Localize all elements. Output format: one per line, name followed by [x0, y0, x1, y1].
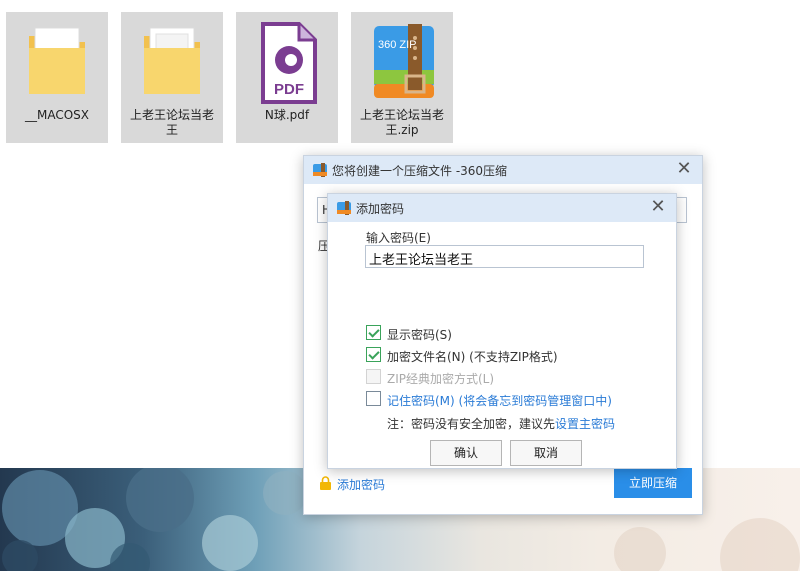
password-input[interactable]: 上老王论坛当老王	[365, 245, 644, 268]
pdf-badge: PDF	[274, 81, 304, 98]
folder-icon	[29, 27, 85, 94]
compress-now-button[interactable]: 立即压缩	[614, 468, 692, 498]
zip-classic-encryption-label: ZIP经典加密方式(L)	[387, 372, 495, 386]
pdf-file-icon: PDF	[261, 22, 317, 104]
add-password-link[interactable]: 添加密码	[337, 476, 385, 493]
folder-icon	[144, 27, 200, 94]
lock-icon	[320, 476, 331, 490]
security-note: 注：密码没有安全加密，建议先设置主密码	[387, 415, 615, 432]
desktop-icon-label: 上老王论坛当老王	[129, 108, 214, 137]
show-password-label: 显示密码(S)	[387, 328, 452, 342]
encrypt-filenames-checkbox[interactable]	[366, 347, 381, 362]
zip-badge: 360 ZIP	[378, 39, 417, 51]
desktop-icon-macosx[interactable]: __MACOSX	[6, 12, 108, 143]
password-input-label: 输入密码(E)	[366, 231, 431, 245]
encrypt-filenames-label: 加密文件名(N) (不支持ZIP格式)	[387, 350, 558, 364]
security-note-text: 注：密码没有安全加密，建议先	[387, 417, 556, 431]
password-dialog-titlebar[interactable]: 添加密码 ✕	[328, 194, 676, 222]
main-dialog-titlebar[interactable]: 您将创建一个压缩文件 -360压缩 ✕	[304, 156, 702, 184]
set-master-password-link[interactable]: 设置主密码	[555, 417, 615, 431]
zip-classic-encryption-checkbox	[366, 369, 381, 384]
main-dialog-title: 您将创建一个压缩文件 -360压缩	[332, 164, 508, 178]
add-password-link-row[interactable]: 添加密码	[319, 474, 439, 494]
360zip-app-icon	[337, 201, 351, 215]
remember-password-checkbox[interactable]	[366, 391, 381, 406]
show-password-checkbox[interactable]	[366, 325, 381, 340]
add-password-dialog: 添加密码 ✕ 输入密码(E) 上老王论坛当老王 显示密码(S) 加密文件名(N)…	[327, 193, 677, 469]
desktop-icon-label: N球.pdf	[264, 108, 310, 122]
desktop-icon-zip[interactable]: 360 ZIP 上老王论坛当老王.zip	[351, 12, 453, 143]
cancel-button[interactable]: 取消	[510, 440, 582, 466]
close-icon[interactable]: ✕	[674, 159, 694, 179]
password-input-value: 上老王论坛当老王	[369, 253, 474, 268]
desktop-icon-folder[interactable]: 上老王论坛当老王	[121, 12, 223, 143]
360zip-archive-icon: 360 ZIP	[374, 24, 434, 98]
close-icon[interactable]: ✕	[648, 197, 668, 217]
confirm-button[interactable]: 确认	[430, 440, 502, 466]
desktop-icon-label: __MACOSX	[24, 108, 89, 122]
remember-password-label: 记住密码(M) (将会备忘到密码管理窗口中)	[387, 394, 612, 408]
desktop-icon-label: 上老王论坛当老王.zip	[359, 108, 444, 137]
desktop-icon-pdf[interactable]: PDF N球.pdf	[236, 12, 338, 143]
360zip-app-icon	[313, 163, 327, 177]
password-dialog-title: 添加密码	[356, 202, 405, 216]
